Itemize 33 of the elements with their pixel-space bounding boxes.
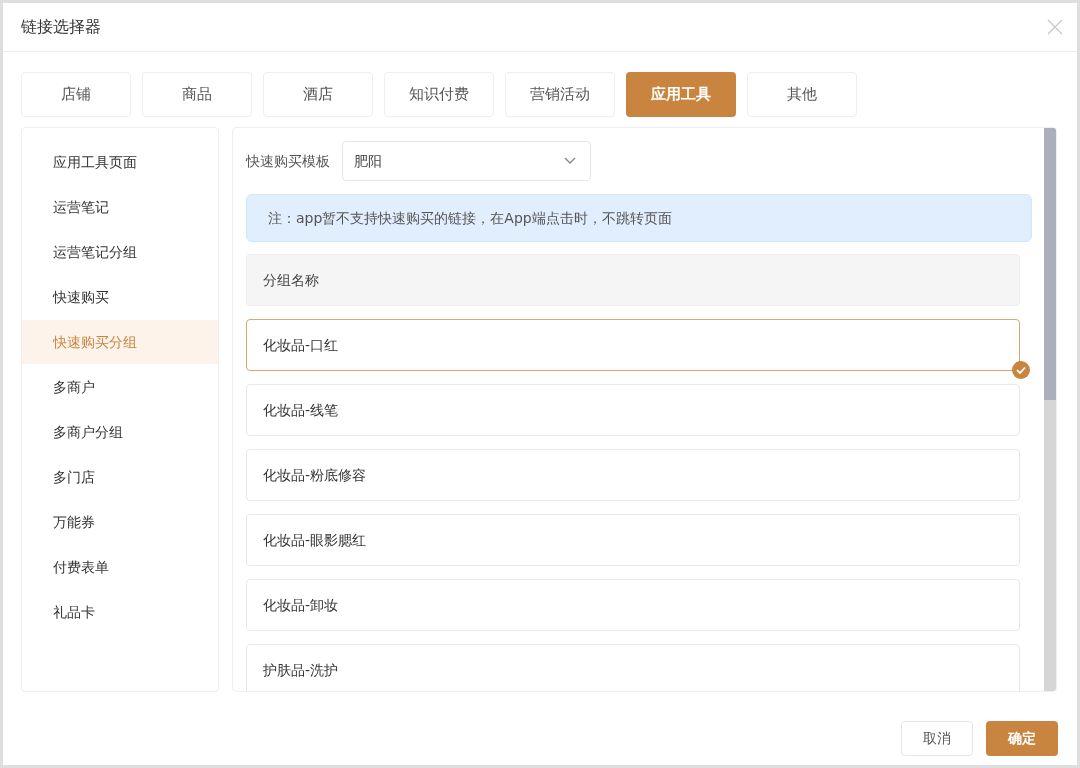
group-row[interactable]: 化妆品-粉底修容 [246,449,1020,501]
close-icon[interactable] [1047,19,1063,35]
group-row[interactable]: 化妆品-线笔 [246,384,1020,436]
group-row[interactable]: 化妆品-眼影腮红 [246,514,1020,566]
list-header: 分组名称 [246,254,1020,306]
check-icon [1012,361,1030,379]
group-row[interactable]: 护肤品-洗护 [246,644,1020,691]
category-tab[interactable]: 营销活动 [505,72,615,117]
cancel-button[interactable]: 取消 [901,721,973,756]
category-tab[interactable]: 店铺 [21,72,131,117]
sidebar-item[interactable]: 应用工具页面 [22,140,218,184]
sidebar-item[interactable]: 运营笔记分组 [22,230,218,274]
sidebar-item[interactable]: 礼品卡 [22,590,218,634]
sidebar-item[interactable]: 快速购买 [22,275,218,319]
template-label: 快速购买模板 [246,151,330,171]
notice-banner: 注：app暂不支持快速购买的链接，在App端点击时，不跳转页面 [246,194,1032,242]
window-title: 链接选择器 [21,16,101,38]
template-select[interactable]: 肥阳 [342,141,591,181]
sidebar-item[interactable]: 运营笔记 [22,185,218,229]
sidebar-item[interactable]: 多门店 [22,455,218,499]
category-tab[interactable]: 其他 [747,72,857,117]
sidebar-item[interactable]: 多商户分组 [22,410,218,454]
group-row[interactable]: 化妆品-口红 [246,319,1020,371]
category-tab[interactable]: 酒店 [263,72,373,117]
sidebar-item[interactable]: 多商户 [22,365,218,409]
category-tab[interactable]: 知识付费 [384,72,494,117]
chevron-down-icon [564,157,576,165]
sidebar-item[interactable]: 付费表单 [22,545,218,589]
group-row[interactable]: 化妆品-卸妆 [246,579,1020,631]
sidebar-item[interactable]: 万能券 [22,500,218,544]
select-value: 肥阳 [354,151,382,171]
category-tab[interactable]: 商品 [142,72,252,117]
scrollbar[interactable] [1044,128,1056,691]
